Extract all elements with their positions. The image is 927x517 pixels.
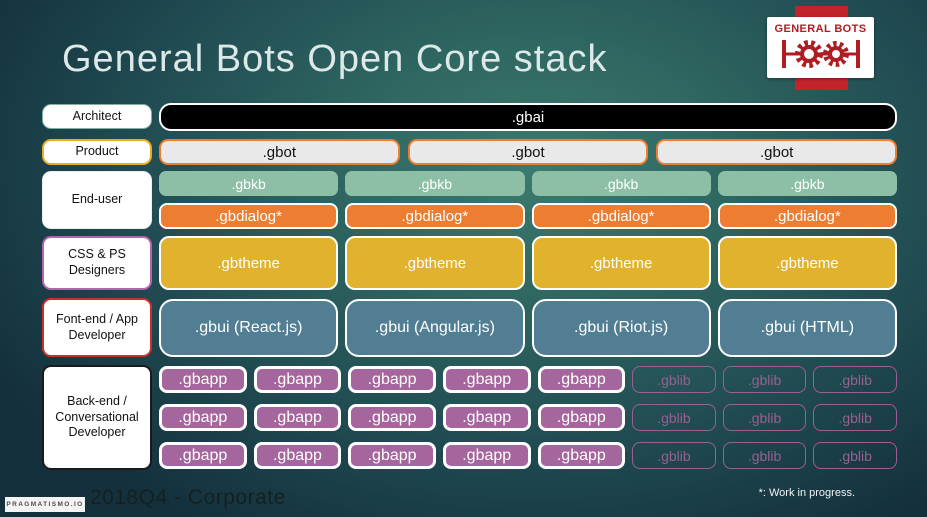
block-gbui-react: .gbui (React.js) bbox=[159, 299, 339, 357]
block-gbapp: .gbapp bbox=[442, 404, 531, 431]
block-gblib: .gblib bbox=[722, 366, 807, 393]
block-gbot: .gbot bbox=[656, 139, 898, 165]
block-gbkb: .gbkb bbox=[345, 171, 525, 196]
row-gbdialog: .gbdialog* .gbdialog* .gbdialog* .gbdial… bbox=[159, 203, 897, 229]
block-gblib: .gblib bbox=[722, 404, 807, 431]
block-gbot: .gbot bbox=[407, 139, 649, 165]
row-gbai: .gbai bbox=[159, 103, 897, 131]
block-gbapp: .gbapp bbox=[537, 442, 626, 469]
row-gbot: .gbot .gbot .gbot bbox=[159, 139, 898, 165]
block-gbapp: .gbapp bbox=[537, 366, 626, 393]
block-gblib: .gblib bbox=[813, 404, 897, 431]
footer-work-in-progress-note: *: Work in progress. bbox=[758, 487, 855, 499]
row-gbui: .gbui (React.js) .gbui (Angular.js) .gbu… bbox=[159, 299, 897, 357]
block-gblib: .gblib bbox=[632, 366, 716, 393]
block-gbapp: .gbapp bbox=[253, 404, 342, 431]
logo-wordmark: GENERAL BOTS bbox=[774, 23, 867, 35]
label-backend-conversational-developer: Back-end / Conversational Developer bbox=[42, 365, 152, 470]
label-frontend-app-developer: Font-end / App Developer bbox=[42, 298, 152, 357]
block-gbapp: .gbapp bbox=[442, 366, 531, 393]
general-bots-logo: GENERAL BOTS bbox=[767, 17, 874, 78]
footer-version-text: 2018Q4 - Corporate bbox=[90, 486, 286, 509]
block-gblib: .gblib bbox=[722, 442, 807, 469]
row-gbkb: .gbkb .gbkb .gbkb .gbkb bbox=[159, 171, 897, 196]
block-gblib: .gblib bbox=[632, 442, 716, 469]
label-end-user: End-user bbox=[42, 171, 152, 229]
slide-general-bots-open-core-stack: General Bots Open Core stack GENERAL BOT… bbox=[0, 0, 927, 517]
block-gbdialog: .gbdialog* bbox=[159, 203, 339, 229]
block-gbui-angular: .gbui (Angular.js) bbox=[345, 299, 525, 357]
block-gbdialog: .gbdialog* bbox=[345, 203, 525, 229]
block-gbapp: .gbapp bbox=[348, 404, 436, 431]
block-gbapp: .gbapp bbox=[253, 366, 342, 393]
block-gbdialog: .gbdialog* bbox=[531, 203, 711, 229]
block-gblib: .gblib bbox=[813, 366, 897, 393]
block-gbapp: .gbapp bbox=[348, 366, 436, 393]
block-gbtheme: .gbtheme bbox=[345, 236, 525, 290]
block-gbapp: .gbapp bbox=[442, 442, 531, 469]
block-gbtheme: .gbtheme bbox=[717, 236, 897, 290]
block-gbkb: .gbkb bbox=[159, 171, 339, 196]
block-gbdialog: .gbdialog* bbox=[717, 203, 897, 229]
block-gbkb: .gbkb bbox=[717, 171, 897, 196]
block-gbapp: .gbapp bbox=[159, 404, 247, 431]
block-gbkb: .gbkb bbox=[531, 171, 711, 196]
block-gbapp: .gbapp bbox=[159, 366, 247, 393]
block-gbapp: .gbapp bbox=[253, 442, 342, 469]
label-architect: Architect bbox=[42, 104, 152, 129]
block-gbapp: .gbapp bbox=[537, 404, 626, 431]
block-gbui-riot: .gbui (Riot.js) bbox=[531, 299, 711, 357]
block-gbai: .gbai bbox=[159, 103, 897, 131]
label-product: Product bbox=[42, 139, 152, 165]
row-gbtheme: .gbtheme .gbtheme .gbtheme .gbtheme bbox=[159, 236, 897, 290]
row-gbapp-gblib-2: .gbapp .gbapp .gbapp .gbapp .gbapp .gbli… bbox=[159, 404, 897, 431]
gears-icon bbox=[781, 40, 860, 68]
block-gblib: .gblib bbox=[813, 442, 897, 469]
row-gbapp-gblib-3: .gbapp .gbapp .gbapp .gbapp .gbapp .gbli… bbox=[159, 442, 897, 469]
block-gbapp: .gbapp bbox=[348, 442, 436, 469]
block-gbtheme: .gbtheme bbox=[159, 236, 339, 290]
block-gbui-html: .gbui (HTML) bbox=[717, 299, 897, 357]
label-css-ps-designers: CSS & PS Designers bbox=[42, 236, 152, 290]
block-gbtheme: .gbtheme bbox=[531, 236, 711, 290]
block-gblib: .gblib bbox=[632, 404, 716, 431]
row-gbapp-gblib-1: .gbapp .gbapp .gbapp .gbapp .gbapp .gbli… bbox=[159, 366, 897, 393]
block-gbot: .gbot bbox=[159, 139, 400, 165]
page-title: General Bots Open Core stack bbox=[62, 38, 608, 80]
block-gbapp: .gbapp bbox=[159, 442, 247, 469]
pragmatismo-logo: PRAGMATISMO.IO bbox=[5, 497, 85, 512]
